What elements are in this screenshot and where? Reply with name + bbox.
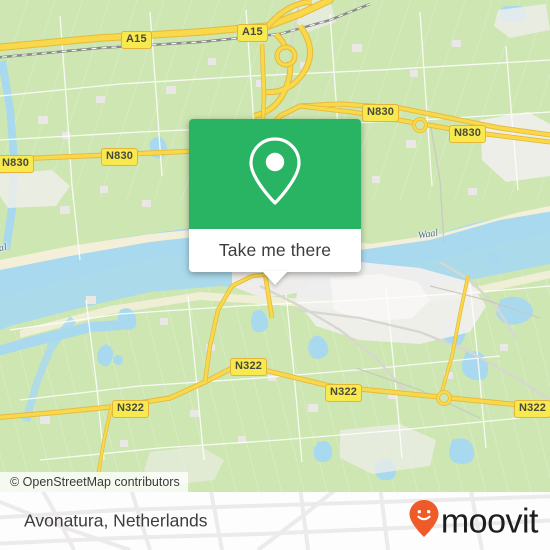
road-shield-n322-east: N322	[325, 384, 363, 402]
popup-pointer	[262, 271, 288, 285]
take-me-there-button[interactable]: Take me there	[189, 229, 361, 285]
moovit-wordmark: moovit	[440, 502, 539, 540]
moovit-pin-smiley-icon	[408, 499, 440, 544]
moovit-logo[interactable]: moovit	[408, 499, 539, 544]
take-me-there-label: Take me there	[218, 240, 332, 260]
road-shield-n322-faredge: N322	[514, 400, 550, 418]
road-shield-n830-mid: N830	[101, 148, 139, 166]
popup-icon-area	[189, 119, 361, 229]
footer-bar: Avonatura, Netherlands moovit	[0, 492, 550, 550]
road-shield-a15-east: A15	[237, 24, 268, 42]
osm-attribution[interactable]: © OpenStreetMap contributors	[0, 472, 188, 492]
screenshot-root: A15 A15 N830 N830 N830 N830 N322 N322 N3…	[0, 0, 550, 550]
destination-popup-card[interactable]: Take me there	[189, 119, 361, 285]
place-name-label: Avonatura, Netherlands	[24, 510, 208, 531]
road-shield-a15-west: A15	[121, 31, 152, 49]
map-pin-icon	[245, 135, 305, 214]
road-shield-n322-west: N322	[112, 400, 150, 418]
road-shield-n322-mid: N322	[230, 358, 268, 376]
road-shield-n830-ne: N830	[362, 104, 400, 122]
road-shield-n830-east: N830	[449, 125, 487, 143]
road-shield-n830-west: N830	[0, 155, 35, 173]
